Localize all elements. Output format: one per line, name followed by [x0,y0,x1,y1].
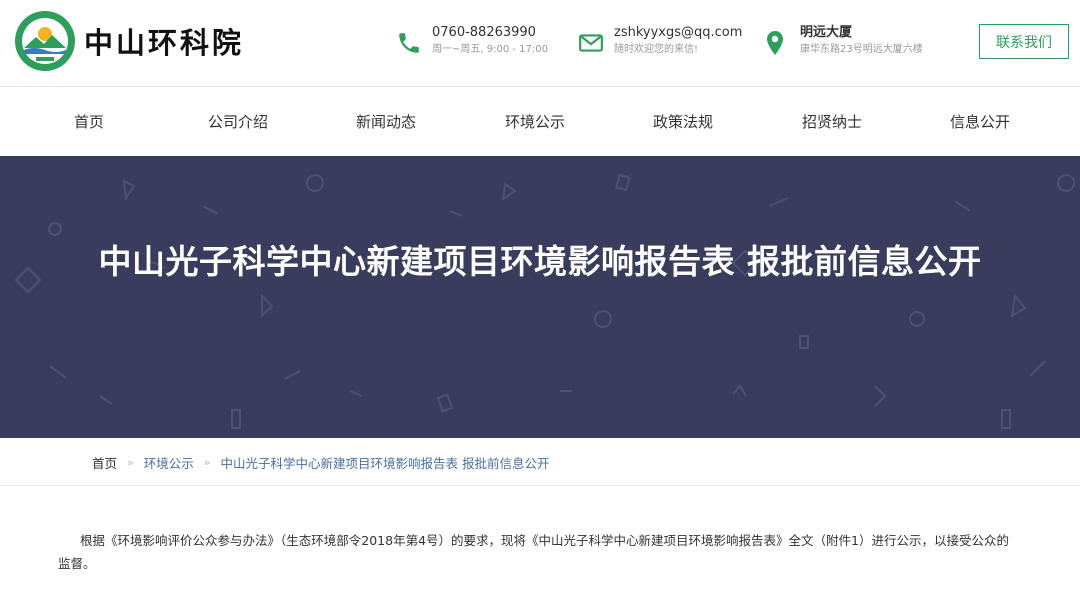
breadcrumb: 首页 » 环境公示 » 中山光子科学中心新建项目环境影响报告表 报批前信息公开 [92,438,549,486]
page-banner: 中山光子科学中心新建项目环境影响报告表 报批前信息公开 [0,156,1080,438]
breadcrumb-section-link[interactable]: 环境公示 [144,453,194,472]
contact-email: zshkyyxgs@qq.com 随时欢迎您的来信! [578,24,742,58]
nav-item-env-notice[interactable]: 环境公示 [475,87,595,156]
email-address: zshkyyxgs@qq.com [614,25,743,40]
main-nav: 首页 公司介绍 新闻动态 环境公示 政策法规 招贤纳士 信息公开 [0,87,1080,156]
page-title: 中山光子科学中心新建项目环境影响报告表 报批前信息公开 [98,242,982,281]
breadcrumb-home-link[interactable]: 首页 [92,453,117,472]
breadcrumb-bar: 首页 » 环境公示 » 中山光子科学中心新建项目环境影响报告表 报批前信息公开 [0,438,1080,486]
nav-item-disclosure[interactable]: 信息公开 [920,87,1040,156]
location-pin-icon [767,31,783,55]
contact-phone: 0760-88263990 周一~周五, 9:00 - 17:00 [396,24,548,58]
breadcrumb-current: 中山光子科学中心新建项目环境影响报告表 报批前信息公开 [220,455,550,471]
phone-hours: 周一~周五, 9:00 - 17:00 [432,44,548,55]
top-header: 中山环科院 0760-88263990 周一~周五, 9:00 - 17:00 … [0,0,1080,87]
breadcrumb-separator-icon: » [127,455,134,469]
address-street: 康华东路23号明远大厦六楼 [800,44,923,55]
breadcrumb-separator-icon: » [203,455,211,469]
contact-address: 明远大厦 康华东路23号明远大厦六楼 [766,24,923,58]
nav-item-policy[interactable]: 政策法规 [623,87,743,156]
nav-item-home[interactable]: 首页 [29,87,149,156]
phone-number: 0760-88263990 [432,25,536,40]
email-note: 随时欢迎您的来信! [614,44,699,55]
logo[interactable]: 中山环科院 [14,10,244,72]
nav-item-about[interactable]: 公司介绍 [178,87,298,156]
logo-text: 中山环科院 [84,26,245,60]
banner-pattern [14,173,1075,429]
logo-emblem-icon [15,11,75,71]
nav-item-careers[interactable]: 招贤纳士 [772,87,892,156]
article-paragraph: 根据《环境影响评价公众参与办法》（生态环境部令2018年第4号）的要求，现将《中… [58,533,1009,571]
phone-icon [399,33,419,53]
mail-icon [579,34,603,52]
nav-item-news[interactable]: 新闻动态 [326,87,446,156]
contact-us-button[interactable]: 联系我们 [979,24,1069,59]
address-building: 明远大厦 [800,25,853,40]
